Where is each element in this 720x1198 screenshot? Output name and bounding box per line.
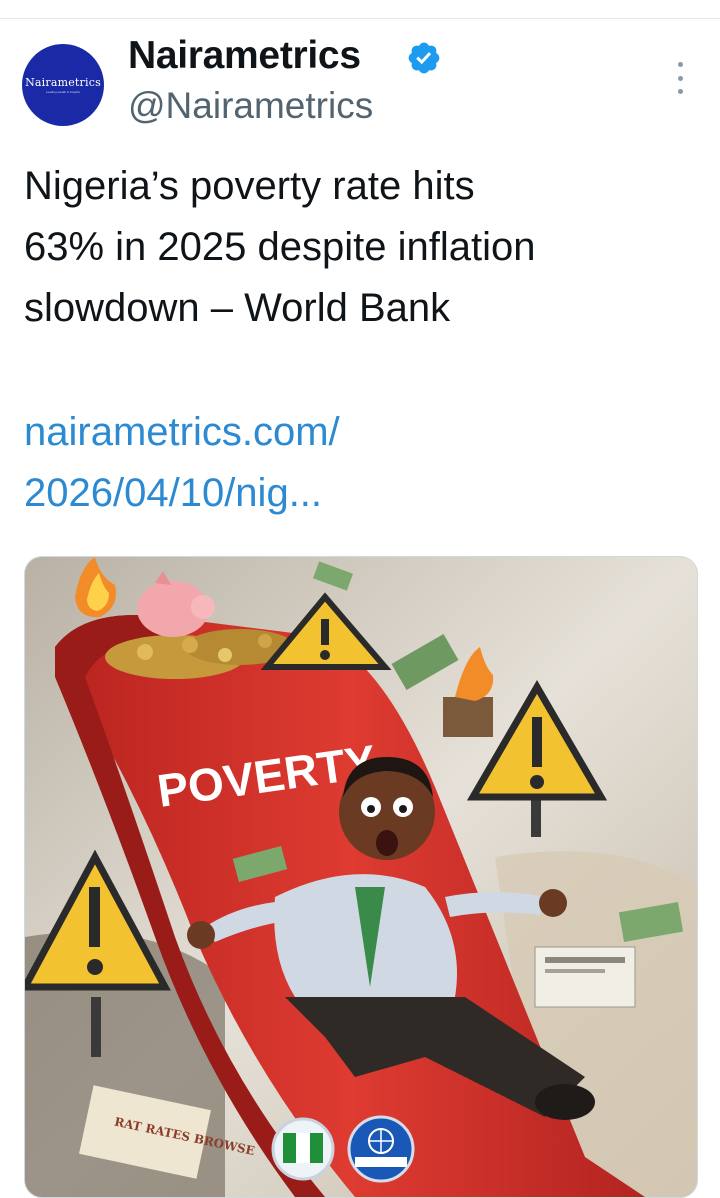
more-dots-icon [677,62,683,67]
verified-badge-icon [408,42,440,74]
more-options-button[interactable] [668,62,692,94]
top-divider [0,18,720,19]
tweet-text-line: Nigeria’s poverty rate hits [24,164,475,208]
newspaper-stack [534,946,636,1008]
article-link-line: 2026/04/10/nig... [24,471,323,515]
tweet-text-line: 63% in 2025 despite inflation [24,225,536,269]
avatar-logo-text: Nairametrics [25,75,101,89]
article-link-line: nairametrics.com/ [24,410,340,454]
avatar[interactable]: Nairametrics Leading wealth & insights [22,44,104,126]
tweet-text-line: slowdown – World Bank [24,286,451,330]
illustration-poverty-slide: POVERTY RAT RATES BROWSE [25,557,697,1197]
more-dot [677,89,683,94]
tweet-media-image[interactable]: POVERTY RAT RATES BROWSE [24,556,698,1198]
nigeria-flag-icon [271,1117,335,1181]
more-dot [677,75,683,81]
author-name[interactable]: Nairametrics [128,34,361,78]
article-link[interactable]: nairametrics.com/ 2026/04/10/nig... [24,402,684,524]
world-bank-globe-icon [347,1115,415,1183]
tweet-text: Nigeria’s poverty rate hits 63% in 2025 … [24,156,704,339]
author-handle[interactable]: @Nairametrics [128,84,373,128]
avatar-logo-tagline: Leading wealth & insights [45,89,81,94]
